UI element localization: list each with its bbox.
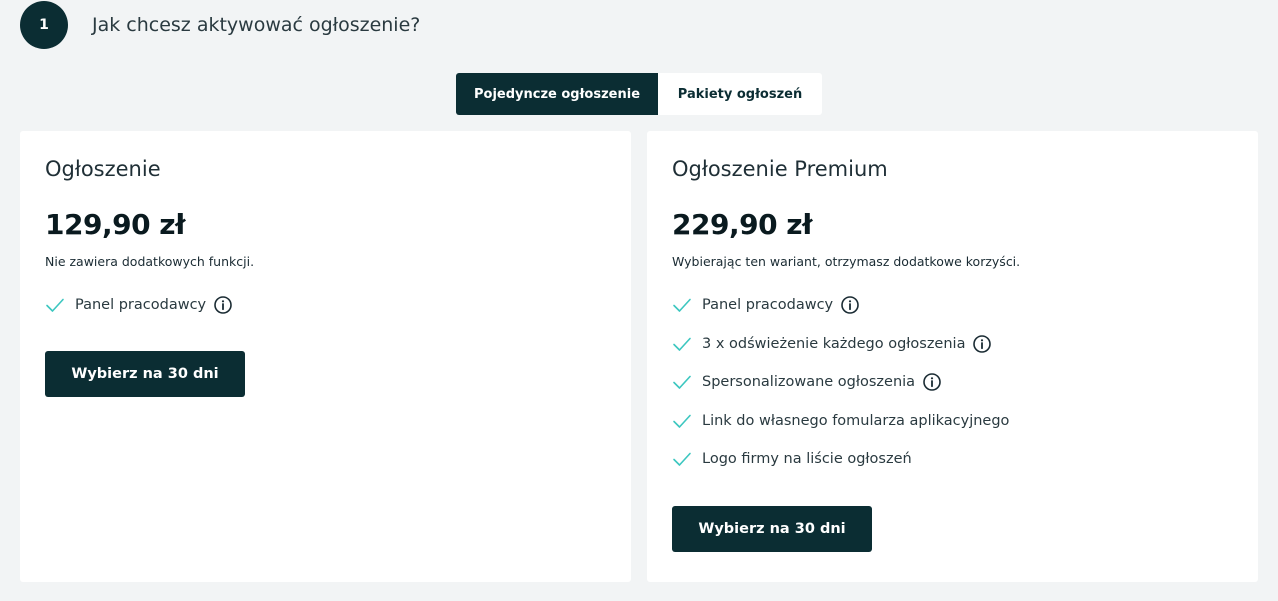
feature-label: 3 x odświeżenie każdego ogłoszenia: [702, 335, 966, 352]
feature-item: Link do własnego fomularza aplikacyjnego: [672, 402, 1233, 441]
plan-price: 229,90 zł: [672, 208, 812, 241]
tab-single-listing[interactable]: Pojedyncze ogłoszenie: [456, 73, 658, 115]
step-header: 1 Jak chcesz aktywować ogłoszenie?: [20, 1, 420, 49]
step-number-badge: 1: [20, 1, 68, 49]
feature-label: Link do własnego fomularza aplikacyjnego: [702, 412, 1010, 429]
plan-card-standard: Ogłoszenie 129,90 zł Nie zawiera dodatko…: [20, 131, 631, 582]
check-icon: [672, 295, 692, 315]
check-icon: [672, 411, 692, 431]
tab-listing-packages[interactable]: Pakiety ogłoszeń: [658, 73, 822, 115]
plan-title: Ogłoszenie: [45, 157, 161, 181]
feature-item: Logo firmy na liście ogłoszeń: [672, 440, 1233, 479]
feature-item: Panel pracodawcy: [45, 286, 606, 325]
info-icon[interactable]: [973, 334, 992, 353]
plan-price: 129,90 zł: [45, 208, 185, 241]
feature-label: Spersonalizowane ogłoszenia: [702, 374, 916, 391]
choose-plan-button[interactable]: Wybierz na 30 dni: [672, 505, 872, 552]
feature-label: Logo firmy na liście ogłoszeń: [702, 451, 912, 468]
feature-label: Panel pracodawcy: [75, 297, 207, 314]
plan-description: Nie zawiera dodatkowych funkcji.: [45, 254, 255, 269]
plan-type-tabs: Pojedyncze ogłoszenie Pakiety ogłoszeń: [456, 73, 822, 115]
feature-list: Panel pracodawcy: [45, 286, 606, 325]
feature-list: Panel pracodawcy 3 x odświeżenie każdego …: [672, 286, 1233, 479]
check-icon: [672, 449, 692, 469]
plan-title: Ogłoszenie Premium: [672, 157, 888, 181]
check-icon: [672, 334, 692, 354]
feature-item: 3 x odświeżenie każdego ogłoszenia: [672, 325, 1233, 364]
info-icon[interactable]: [923, 373, 941, 392]
step-title: Jak chcesz aktywować ogłoszenie?: [92, 14, 421, 36]
choose-plan-button[interactable]: Wybierz na 30 dni: [45, 350, 245, 397]
feature-item: Panel pracodawcy: [672, 286, 1233, 325]
check-icon: [672, 372, 692, 392]
feature-label: Panel pracodawcy: [702, 297, 834, 314]
plan-description: Wybierając ten wariant, otrzymasz dodatk…: [672, 254, 1021, 269]
info-icon[interactable]: [214, 296, 232, 315]
feature-item: Spersonalizowane ogłoszenia: [672, 363, 1233, 402]
info-icon[interactable]: [841, 296, 859, 315]
check-icon: [45, 295, 65, 315]
plan-card-premium: Ogłoszenie Premium 229,90 zł Wybierając …: [647, 131, 1258, 582]
